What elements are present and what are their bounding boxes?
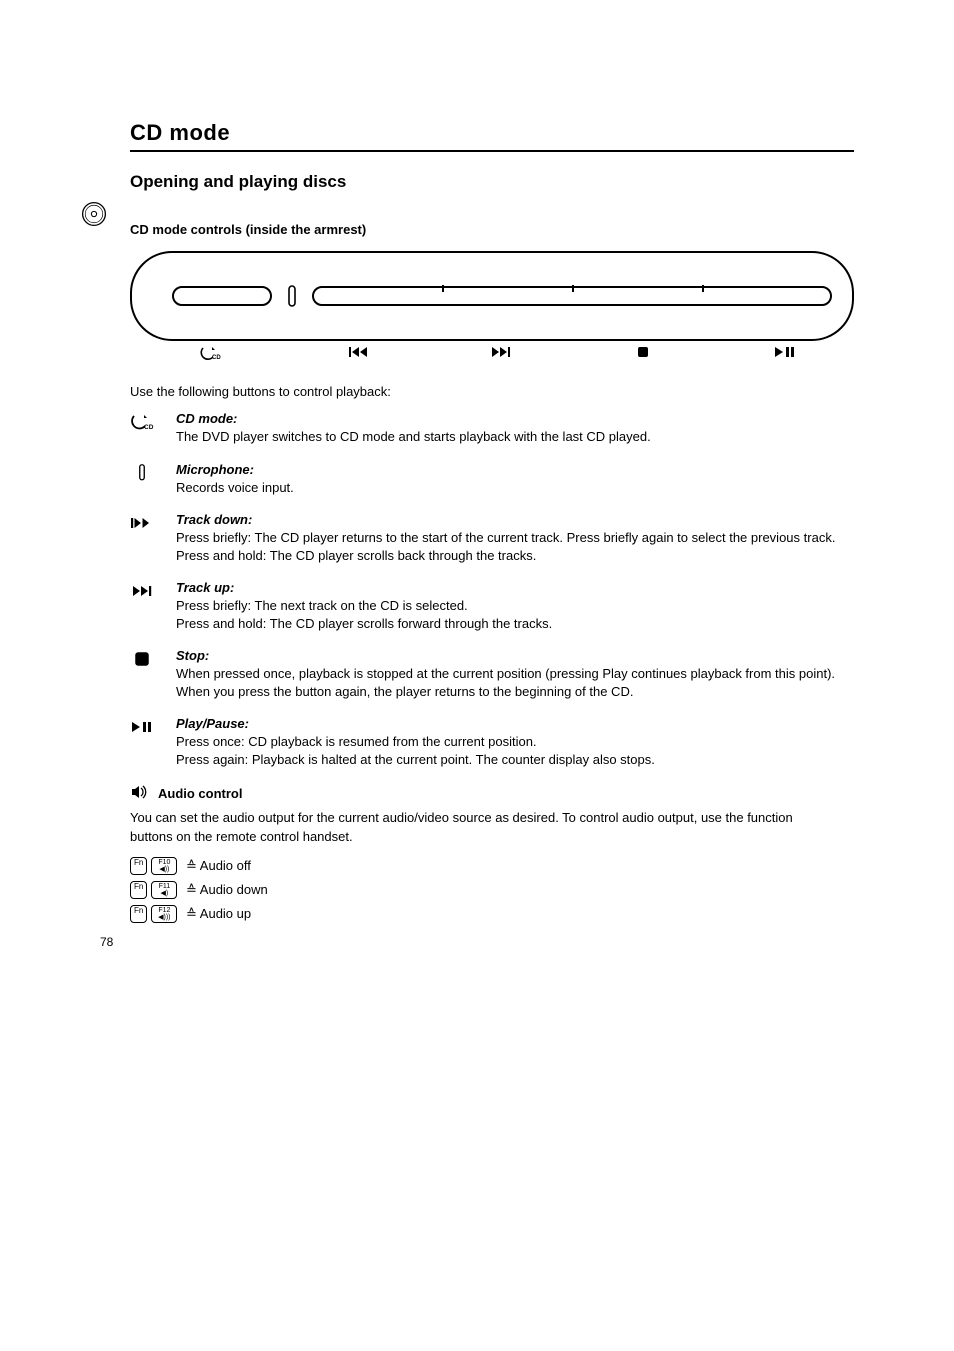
function-track-down: Track down: Press briefly: The CD player… xyxy=(130,512,854,564)
page-subtitle: Opening and playing discs xyxy=(130,172,854,192)
function-play-pause: Play/Pause: Press once: CD playback is r… xyxy=(130,716,854,768)
function-name: Track down: xyxy=(176,512,854,527)
next-track-icon xyxy=(130,580,176,600)
audio-shortcut-down: Fn F11◀) ≙ Audio down xyxy=(130,881,854,899)
audio-shortcut-label: ≙ Audio up xyxy=(186,906,854,922)
function-name: Microphone: xyxy=(176,462,854,477)
function-desc: The DVD player switches to CD mode and s… xyxy=(176,428,854,446)
control-panel-diagram: CD xyxy=(130,251,854,364)
function-name: Stop: xyxy=(176,648,854,663)
page-number: 78 xyxy=(100,935,113,949)
controls-heading: CD mode controls (inside the armrest) xyxy=(130,222,854,237)
stop-icon xyxy=(130,648,176,668)
audio-heading: Audio control xyxy=(158,786,243,801)
f11-key-icon: F11◀) xyxy=(151,881,177,899)
prev-track-icon xyxy=(130,512,176,532)
cd-mode-icon: CD xyxy=(130,411,176,431)
f10-key-icon: F10◀)) xyxy=(151,857,177,875)
function-desc: Records voice input. xyxy=(176,479,854,497)
controls-intro-text: Use the following buttons to control pla… xyxy=(130,384,854,399)
function-desc: Press once: CD playback is resumed from … xyxy=(176,733,854,768)
play-pause-icon xyxy=(764,345,804,364)
cd-mode-button-slot xyxy=(172,286,272,306)
function-desc: When pressed once, playback is stopped a… xyxy=(176,665,854,700)
audio-shortcut-up: Fn F12◀))) ≙ Audio up xyxy=(130,905,854,923)
microphone-icon xyxy=(130,462,176,482)
audio-shortcut-label: ≙ Audio off xyxy=(186,858,854,874)
fn-key-icon: Fn xyxy=(130,881,147,899)
function-name: CD mode: xyxy=(176,411,854,426)
f12-key-icon: F12◀))) xyxy=(151,905,177,923)
function-name: Track up: xyxy=(176,580,854,595)
fn-key-icon: Fn xyxy=(130,857,147,875)
svg-text:CD: CD xyxy=(144,424,154,431)
play-pause-icon xyxy=(130,716,176,736)
audio-shortcut-label: ≙ Audio down xyxy=(186,882,854,898)
prev-track-icon xyxy=(340,345,380,364)
audio-note: You can set the audio output for the cur… xyxy=(130,809,830,847)
svg-text:CD: CD xyxy=(212,355,221,361)
cd-mode-icon: CD xyxy=(190,345,230,364)
function-list: CD CD mode: The DVD player switches to C… xyxy=(130,411,854,768)
microphone-hole xyxy=(286,285,298,307)
next-track-icon xyxy=(481,345,521,364)
speaker-icon xyxy=(130,784,150,803)
title-rule xyxy=(130,150,854,152)
function-desc: Press briefly: The next track on the CD … xyxy=(176,597,854,632)
page-title: CD mode xyxy=(130,120,854,146)
stop-icon xyxy=(623,345,663,364)
fn-key-icon: Fn xyxy=(130,905,147,923)
function-desc: Press briefly: The CD player returns to … xyxy=(176,529,854,564)
function-stop: Stop: When pressed once, playback is sto… xyxy=(130,648,854,700)
function-cd-mode: CD CD mode: The DVD player switches to C… xyxy=(130,411,854,446)
function-microphone: Microphone: Records voice input. xyxy=(130,462,854,497)
function-name: Play/Pause: xyxy=(176,716,854,731)
audio-shortcut-mute: Fn F10◀)) ≙ Audio off xyxy=(130,857,854,875)
disc-section-icon xyxy=(80,200,108,231)
function-track-up: Track up: Press briefly: The next track … xyxy=(130,580,854,632)
